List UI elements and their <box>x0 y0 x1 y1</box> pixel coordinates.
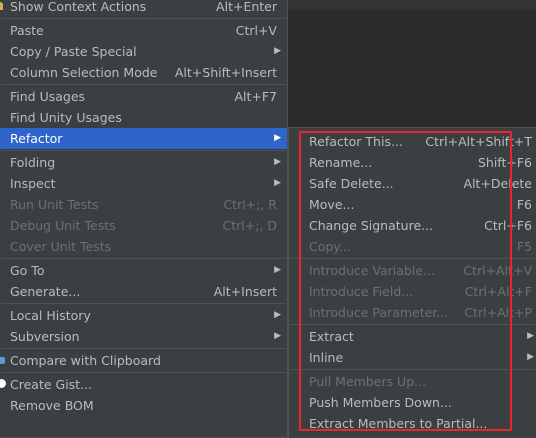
menu-item-find-unity-usages[interactable]: Find Unity Usages <box>0 107 287 128</box>
menu-item-label: Show Context Actions <box>10 0 147 14</box>
menu-item-compare-with-clipboard[interactable]: Compare with Clipboard <box>0 350 287 371</box>
menu-item-shortcut: Ctrl+V <box>235 23 277 38</box>
menu-item-label: Cover Unit Tests <box>10 239 112 254</box>
menu-item-shortcut: Alt+F7 <box>234 89 277 104</box>
submenu-arrow-icon: ▶ <box>274 178 281 188</box>
compare-icon <box>0 350 6 371</box>
menu-item-create-gist[interactable]: Create Gist... <box>0 374 287 395</box>
menu-item-label: Folding <box>10 155 56 170</box>
menu-item-label: Find Unity Usages <box>10 110 122 125</box>
menu-item-label: Go To <box>10 263 45 278</box>
menu-separator <box>1 150 286 151</box>
editor-tab-strip <box>288 0 536 10</box>
submenu-arrow-icon: ▶ <box>274 46 281 56</box>
gist-icon <box>0 374 6 395</box>
menu-item-go-to[interactable]: Go To ▶ <box>0 260 287 281</box>
menu-item-debug-unit-tests[interactable]: Debug Unit Tests Ctrl+;, D <box>0 215 287 236</box>
menu-item-remove-bom[interactable]: Remove BOM <box>0 395 287 416</box>
menu-item-generate[interactable]: Generate... Alt+Insert <box>0 281 287 302</box>
menu-item-subversion[interactable]: Subversion ▶ <box>0 326 287 347</box>
menu-item-label: Column Selection Mode <box>10 65 158 80</box>
menu-item-run-unit-tests[interactable]: Run Unit Tests Ctrl+;, R <box>0 194 287 215</box>
menu-item-label: Subversion <box>10 329 80 344</box>
menu-item-label: Paste <box>10 23 44 38</box>
submenu-arrow-icon: ▶ <box>274 265 281 275</box>
editor-context-menu: Show Context Actions Alt+Enter Paste Ctr… <box>0 0 288 438</box>
menu-item-cover-unit-tests[interactable]: Cover Unit Tests <box>0 236 287 257</box>
menu-item-paste[interactable]: Paste Ctrl+V <box>0 20 287 41</box>
menu-item-find-usages[interactable]: Find Usages Alt+F7 <box>0 86 287 107</box>
submenu-arrow-icon: ▶ <box>274 310 281 320</box>
menu-item-inspect[interactable]: Inspect ▶ <box>0 173 287 194</box>
menu-item-label: Run Unit Tests <box>10 197 99 212</box>
menu-item-label: Local History <box>10 308 91 323</box>
submenu-arrow-icon: ▶ <box>527 352 534 362</box>
menu-item-column-selection-mode[interactable]: Column Selection Mode Alt+Shift+Insert <box>0 62 287 83</box>
menu-item-shortcut: Alt+Enter <box>216 0 277 14</box>
lightbulb-icon <box>0 0 6 17</box>
submenu-arrow-icon: ▶ <box>274 157 281 167</box>
menu-item-label: Compare with Clipboard <box>10 353 161 368</box>
menu-separator <box>1 372 286 373</box>
menu-item-shortcut: Alt+Insert <box>213 284 277 299</box>
menu-item-shortcut: F6 <box>516 197 532 212</box>
menu-item-label: Inspect <box>10 176 56 191</box>
annotation-highlight-box <box>299 131 512 431</box>
submenu-arrow-icon: ▶ <box>527 331 534 341</box>
submenu-arrow-icon: ▶ <box>274 331 281 341</box>
menu-item-folding[interactable]: Folding ▶ <box>0 152 287 173</box>
menu-item-label: Remove BOM <box>10 398 94 413</box>
menu-item-copy-paste-special[interactable]: Copy / Paste Special ▶ <box>0 41 287 62</box>
menu-separator <box>1 348 286 349</box>
menu-item-shortcut: F5 <box>516 239 532 254</box>
menu-item-label: Debug Unit Tests <box>10 218 116 233</box>
menu-separator <box>1 303 286 304</box>
menu-item-shortcut: Alt+Shift+Insert <box>174 65 277 80</box>
menu-separator <box>1 258 286 259</box>
menu-separator <box>1 18 286 19</box>
submenu-arrow-icon: ▶ <box>274 133 281 143</box>
menu-item-label: Create Gist... <box>10 377 93 392</box>
menu-item-label: Copy / Paste Special <box>10 44 137 59</box>
menu-item-label: Generate... <box>10 284 81 299</box>
menu-item-local-history[interactable]: Local History ▶ <box>0 305 287 326</box>
menu-separator <box>1 84 286 85</box>
menu-item-shortcut: Ctrl+;, D <box>222 218 278 233</box>
menu-item-label: Refactor <box>10 131 63 146</box>
menu-item-shortcut: Ctrl+;, R <box>223 197 277 212</box>
menu-item-refactor[interactable]: Refactor ▶ <box>0 128 287 149</box>
menu-item-label: Find Usages <box>10 89 86 104</box>
menu-item-show-context-actions[interactable]: Show Context Actions Alt+Enter <box>0 0 287 17</box>
